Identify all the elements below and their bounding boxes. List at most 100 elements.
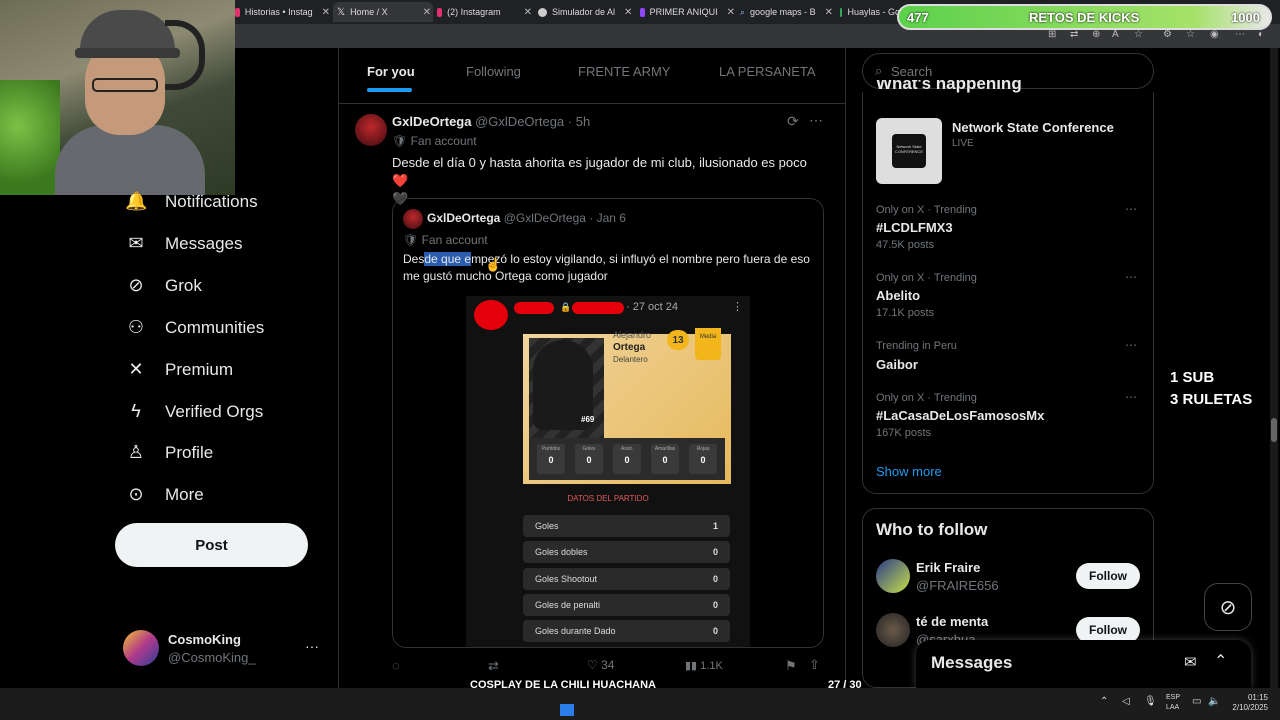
row-label: Goles durante Dado [535, 626, 616, 636]
bookmark-icon[interactable]: ⚑ [785, 658, 797, 674]
grok-floating-button[interactable]: ⊘ [1204, 583, 1252, 631]
start-icon[interactable] [560, 704, 574, 716]
avatar[interactable] [876, 559, 910, 593]
menu-dots-icon[interactable]: ⋯ [1235, 29, 1245, 40]
close-icon[interactable]: ✕ [624, 7, 632, 18]
close-icon[interactable]: ✕ [727, 7, 735, 18]
browser-tab[interactable]: PRIMER ANIQUI ✕ [640, 2, 735, 22]
trend-name[interactable]: Gaibor [876, 357, 918, 372]
trend-name[interactable]: Abelito [876, 288, 920, 303]
nav-more[interactable]: ⊙ More [125, 484, 204, 505]
nav-premium[interactable]: ✕ Premium [125, 359, 233, 380]
browser-tab[interactable]: (2) Instagram ✕ [437, 2, 532, 22]
tab-frente-army[interactable]: FRENTE ARMY [578, 64, 670, 79]
person-icon: ♙ [127, 442, 145, 462]
account-switcher[interactable]: CosmoKing @CosmoKing_ ··· [123, 630, 323, 670]
more-circle-icon: ⊙ [128, 484, 144, 504]
browser-tab[interactable]: Historias • Instag ✕ [235, 2, 330, 22]
views-button[interactable]: ▮▮ 1.1K [685, 659, 723, 672]
more-icon[interactable]: ⋯ [809, 112, 823, 129]
nav-messages[interactable]: ✉ Messages [125, 233, 242, 254]
event-thumbnail[interactable]: Network State CONFERENCE [876, 118, 942, 184]
nav-label: More [165, 484, 204, 504]
stat-label: Goles [582, 446, 596, 452]
show-more-link[interactable]: Show more [876, 464, 942, 479]
nav-verified-orgs[interactable]: ϟ Verified Orgs [125, 401, 263, 422]
post-button[interactable]: Post [115, 523, 308, 567]
avatar[interactable] [876, 613, 910, 647]
translate-icon[interactable]: ⇄ [1070, 29, 1078, 40]
chevron-up-icon[interactable]: ⌃ [1100, 696, 1108, 707]
display-icon[interactable]: ▭ [1192, 696, 1201, 707]
like-button[interactable]: ♡ 34 [587, 658, 614, 672]
nav-communities[interactable]: ⚇ Communities [125, 317, 264, 338]
post-image[interactable]: 🔒 · 27 oct 24 ⋮ Alejandro Ortega Delante… [466, 296, 750, 647]
copilot-icon[interactable]: ◐ [1258, 29, 1264, 40]
user-handle[interactable]: @FRAIRE656 [916, 578, 999, 593]
more-icon[interactable]: ⋯ [1125, 390, 1138, 404]
close-icon[interactable]: ✕ [423, 7, 431, 18]
account-name: CosmoKing [168, 632, 241, 647]
communities-icon: ⚇ [127, 317, 145, 337]
trend-name[interactable]: #LCDLFMX3 [876, 220, 953, 235]
main-timeline: For you Following FRENTE ARMY LA PERSANE… [338, 48, 846, 688]
zoom-icon[interactable]: ⊕ [1092, 29, 1100, 40]
expand-icon[interactable]: ⌃ [1214, 651, 1227, 671]
player-card: Alejandro Ortega Delantero 13 Media #69 … [523, 328, 731, 484]
follow-button[interactable]: Follow [1076, 563, 1140, 589]
language-indicator[interactable]: ESP LAA [1166, 693, 1180, 713]
user-name[interactable]: té de menta [916, 614, 988, 629]
browser-tab[interactable]: Huaylas - Go [840, 2, 900, 22]
clock[interactable]: 01:15 2/10/2025 [1228, 693, 1268, 713]
read-aloud-icon[interactable]: A [1112, 29, 1119, 40]
browser-tab[interactable]: ⌕ google maps - B ✕ [740, 2, 835, 22]
close-icon[interactable]: ✕ [825, 7, 833, 18]
row-value: 0 [712, 600, 718, 610]
grok-icon[interactable]: ⟳ [787, 113, 799, 130]
stat-box: Partidos 0 [537, 444, 565, 474]
more-icon[interactable]: ⋯ [1125, 338, 1138, 352]
author-name[interactable]: GxlDeOrtega [392, 114, 471, 129]
redaction-mark [572, 302, 624, 314]
quoted-post[interactable]: GxlDeOrtega @GxlDeOrtega · Jan 6 🛡 Fan a… [392, 198, 824, 648]
more-icon[interactable]: ⋯ [1125, 270, 1138, 284]
more-icon[interactable]: ··· [305, 638, 319, 654]
repost-icon[interactable]: ⇄ [488, 658, 499, 674]
close-icon[interactable]: ✕ [524, 7, 532, 18]
nav-profile[interactable]: ♙ Profile [125, 442, 213, 463]
network-icon[interactable]: ◁ [1122, 696, 1130, 707]
user-name[interactable]: Erik Fraire [916, 560, 980, 575]
profile-icon[interactable]: ◉ [1210, 29, 1219, 40]
more-icon[interactable]: ⋯ [1125, 202, 1138, 216]
close-icon[interactable]: ✕ [322, 7, 330, 18]
nav-notifications[interactable]: 🔔 Notifications [125, 191, 258, 212]
new-message-icon[interactable]: ✉ [1184, 653, 1197, 671]
nav-grok[interactable]: ⊘ Grok [125, 275, 201, 296]
collections-icon[interactable]: ☆ [1186, 29, 1195, 40]
browser-tab[interactable]: Simulador de Al ✕ [538, 2, 633, 22]
favorite-star-icon[interactable]: ☆ [1134, 29, 1143, 40]
scrollbar[interactable] [1270, 48, 1278, 688]
tab-la-persaneta[interactable]: LA PERSANETA [719, 64, 816, 79]
share-icon[interactable]: ⇧ [809, 657, 820, 673]
microphone-icon[interactable]: 🎙 [1144, 696, 1157, 707]
tab-following[interactable]: Following [466, 64, 521, 79]
post-time[interactable]: 5h [576, 114, 590, 129]
scrollbar-thumb[interactable] [1271, 418, 1277, 442]
messages-drawer[interactable]: Messages ✉ ⌃ [916, 640, 1251, 688]
globe-icon [538, 7, 547, 17]
extensions-icon[interactable]: ⚙ [1163, 29, 1172, 40]
stat-box: Goles 0 [575, 444, 603, 474]
browser-tab-active[interactable]: 𝕏 Home / X ✕ [333, 2, 433, 22]
row-label: Goles [535, 521, 559, 531]
stat-label: Rojas [696, 446, 710, 452]
trend-count: 47.5K posts [876, 239, 935, 251]
screenshot-icon[interactable]: ⊞ [1048, 29, 1056, 40]
avatar[interactable] [355, 114, 387, 146]
author-handle[interactable]: @GxlDeOrtega [475, 114, 564, 129]
volume-icon[interactable]: 🔈 [1208, 696, 1220, 707]
trend-name[interactable]: #LaCasaDeLosFamososMx [876, 408, 1044, 423]
tab-for-you[interactable]: For you [367, 64, 415, 79]
reply-icon[interactable]: ◌ [392, 658, 400, 673]
event-title[interactable]: Network State Conference [952, 120, 1114, 135]
